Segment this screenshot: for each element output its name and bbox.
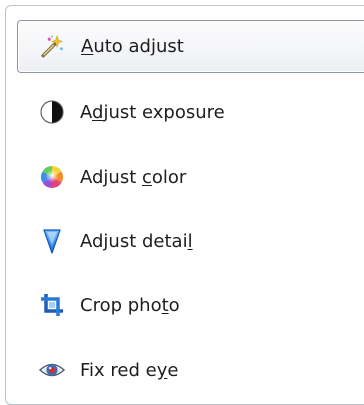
color-wheel-icon (39, 164, 65, 190)
menu-item-label: Adjust exposure (80, 101, 225, 123)
menu-item-adjust-color[interactable]: Adjust color (17, 149, 364, 205)
menu-item-label: Fix red eye (80, 359, 179, 381)
red-eye-icon (39, 357, 65, 383)
menu-item-label: Auto adjust (81, 36, 184, 57)
exposure-icon (39, 99, 65, 125)
magic-wand-icon (38, 34, 64, 60)
menu-item-adjust-detail[interactable]: Adjust detail (17, 213, 364, 269)
menu-item-label: Adjust color (80, 166, 187, 188)
menu-item-crop-photo[interactable]: Crop photo (17, 277, 364, 333)
detail-icon (39, 228, 65, 254)
photo-fix-menu: Auto adjust Adjust exposure Adjust color… (5, 5, 364, 405)
menu-item-adjust-exposure[interactable]: Adjust exposure (17, 84, 364, 140)
menu-item-label: Adjust detail (80, 230, 193, 252)
menu-item-fix-red-eye[interactable]: Fix red eye (17, 342, 364, 398)
menu-item-auto-adjust[interactable]: Auto adjust (17, 20, 364, 73)
menu-item-label: Crop photo (80, 294, 180, 316)
crop-icon (39, 292, 65, 318)
